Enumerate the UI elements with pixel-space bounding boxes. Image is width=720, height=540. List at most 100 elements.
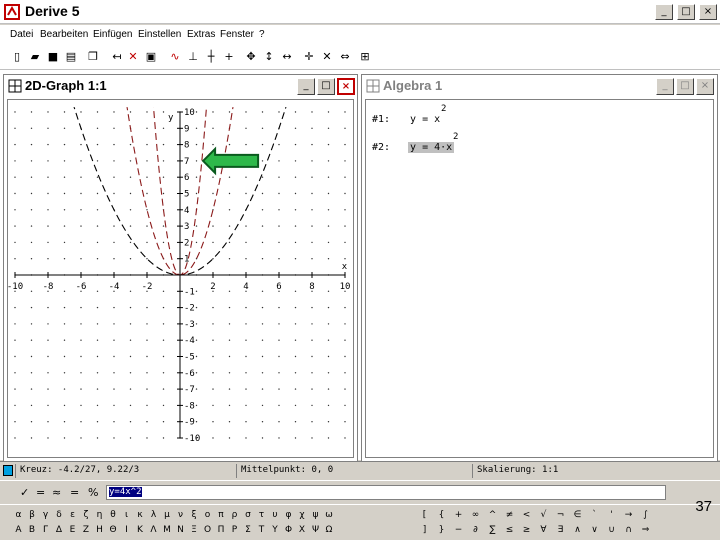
menu-einfuegen[interactable]: Einfügen — [93, 29, 132, 40]
arrow-icon[interactable]: ↤ — [110, 50, 124, 64]
graph-canvas-area[interactable]: x y -10 -8 -6 -4 -2 2 4 6 8 10 10 9 8 7 6 5 4 3 2 1 -1 -2 -3 -4 -5… — [7, 99, 354, 458]
symbol-button[interactable]: Κ — [134, 524, 147, 537]
symbol-button[interactable]: { — [435, 509, 448, 522]
symbol-button[interactable]: √ — [537, 509, 550, 522]
symbol-button[interactable]: ζ — [80, 509, 93, 522]
symbol-button[interactable]: θ — [107, 509, 120, 522]
symbol-button[interactable]: δ — [53, 509, 66, 522]
symbol-button[interactable]: } — [435, 524, 448, 537]
zoom-out-icon[interactable]: ↕ — [262, 50, 276, 64]
delete-icon[interactable]: ✕ — [126, 50, 140, 64]
symbol-button[interactable]: υ — [269, 509, 282, 522]
symbol-button[interactable]: + — [452, 509, 465, 522]
cross-icon[interactable]: ┼ — [204, 50, 218, 64]
algebra-expression-list[interactable]: #1: y = x 2 #2: y = 4·x 2 — [365, 99, 714, 458]
menu-datei[interactable]: Datei — [10, 29, 33, 40]
symbol-button[interactable]: ⇒ — [639, 524, 652, 537]
trace-icon[interactable]: ✕ — [320, 50, 334, 64]
symbol-button[interactable]: ∂ — [469, 524, 482, 537]
symbol-button[interactable]: Ι — [120, 524, 133, 537]
menu-fenster[interactable]: Fenster — [220, 29, 254, 40]
symbol-button[interactable]: ≠ — [503, 509, 516, 522]
symbol-button[interactable]: β — [26, 509, 39, 522]
symbol-button[interactable]: ε — [66, 509, 79, 522]
symbol-button[interactable]: α — [12, 509, 25, 522]
symbol-button[interactable]: ≤ — [503, 524, 516, 537]
plot-icon[interactable]: ∿ — [168, 50, 182, 64]
percent-icon[interactable]: % — [88, 486, 98, 499]
menu-help[interactable]: ? — [259, 29, 265, 40]
symbol-button[interactable]: ` — [588, 509, 601, 522]
symbol-button[interactable]: Θ — [107, 524, 120, 537]
graph-close-button[interactable]: × — [337, 78, 355, 95]
symbol-button[interactable]: Δ — [53, 524, 66, 537]
copy-icon[interactable]: ❐ — [86, 50, 100, 64]
symbol-button[interactable]: ν — [174, 509, 187, 522]
symbol-button[interactable]: Γ — [39, 524, 52, 537]
menu-bearbeiten[interactable]: Bearbeiten — [40, 29, 88, 40]
graph-minimize-button[interactable]: _ — [297, 78, 315, 95]
symbol-button[interactable]: ∑ — [486, 524, 499, 537]
graph-maximize-button[interactable]: □ — [317, 78, 335, 95]
new-file-icon[interactable]: ▯ — [10, 50, 24, 64]
symbol-button[interactable]: ∧ — [571, 524, 584, 537]
algebra-minimize-button[interactable]: _ — [656, 78, 674, 95]
axes-icon[interactable]: ⊥ — [186, 50, 200, 64]
symbol-button[interactable]: Π — [215, 524, 228, 537]
menu-einstellen[interactable]: Einstellen — [138, 29, 181, 40]
symbol-button[interactable]: Ψ — [309, 524, 322, 537]
grid-icon[interactable]: ⇔ — [338, 50, 352, 64]
symbol-button[interactable]: ] — [418, 524, 431, 537]
save-icon[interactable]: ■ — [46, 50, 60, 64]
expression-input[interactable]: y=4x^2 — [106, 485, 666, 500]
approx-icon[interactable]: ≈ — [52, 486, 61, 499]
symbol-button[interactable]: Σ — [242, 524, 255, 537]
symbol-button[interactable]: κ — [134, 509, 147, 522]
symbol-button[interactable]: Η — [93, 524, 106, 537]
menu-extras[interactable]: Extras — [187, 29, 215, 40]
symbol-button[interactable]: η — [93, 509, 106, 522]
symbol-button[interactable]: Ξ — [188, 524, 201, 537]
symbol-button[interactable]: ' — [605, 509, 618, 522]
symbol-button[interactable]: χ — [296, 509, 309, 522]
maximize-button[interactable]: □ — [677, 4, 695, 20]
symbol-button[interactable]: Α — [12, 524, 25, 537]
move-icon[interactable]: ✥ — [244, 50, 258, 64]
check-icon[interactable]: ✓ — [20, 486, 29, 499]
symbol-button[interactable]: ^ — [486, 509, 499, 522]
symbol-button[interactable]: Ε — [66, 524, 79, 537]
symbol-button[interactable]: ∪ — [605, 524, 618, 537]
settings-icon[interactable]: ⊞ — [358, 50, 372, 64]
symbol-button[interactable]: ∞ — [469, 509, 482, 522]
symbol-button[interactable]: ∃ — [554, 524, 567, 537]
print-icon[interactable]: ▤ — [64, 50, 78, 64]
symbol-button[interactable]: φ — [282, 509, 295, 522]
symbol-button[interactable]: ρ — [228, 509, 241, 522]
symbol-button[interactable]: − — [452, 524, 465, 537]
algebra-close-button[interactable]: × — [696, 78, 714, 95]
symbol-button[interactable]: ο — [201, 509, 214, 522]
zoom-in-icon[interactable]: + — [222, 50, 236, 64]
symbol-button[interactable]: ψ — [309, 509, 322, 522]
expression-row-2[interactable]: #2: y = 4·x 2 — [372, 132, 672, 162]
symbol-button[interactable]: ι — [120, 509, 133, 522]
simplify-icon[interactable]: = — [70, 486, 79, 499]
algebra-maximize-button[interactable]: □ — [676, 78, 694, 95]
symbol-button[interactable]: Τ — [255, 524, 268, 537]
symbol-button[interactable]: [ — [418, 509, 431, 522]
symbol-button[interactable]: τ — [255, 509, 268, 522]
symbol-button[interactable]: ∩ — [622, 524, 635, 537]
symbol-button[interactable]: ω — [323, 509, 336, 522]
symbol-button[interactable]: ∫ — [639, 509, 652, 522]
symbol-button[interactable]: Μ — [161, 524, 174, 537]
scale-icon[interactable]: ✛ — [302, 50, 316, 64]
expression-row-1[interactable]: #1: y = x 2 — [372, 104, 672, 134]
edit-icon[interactable]: ▣ — [144, 50, 158, 64]
symbol-button[interactable]: Υ — [269, 524, 282, 537]
symbol-button[interactable]: Λ — [147, 524, 160, 537]
symbol-button[interactable]: Χ — [296, 524, 309, 537]
symbol-button[interactable]: Ω — [323, 524, 336, 537]
symbol-button[interactable]: ≥ — [520, 524, 533, 537]
symbol-button[interactable]: π — [215, 509, 228, 522]
symbol-button[interactable]: σ — [242, 509, 255, 522]
